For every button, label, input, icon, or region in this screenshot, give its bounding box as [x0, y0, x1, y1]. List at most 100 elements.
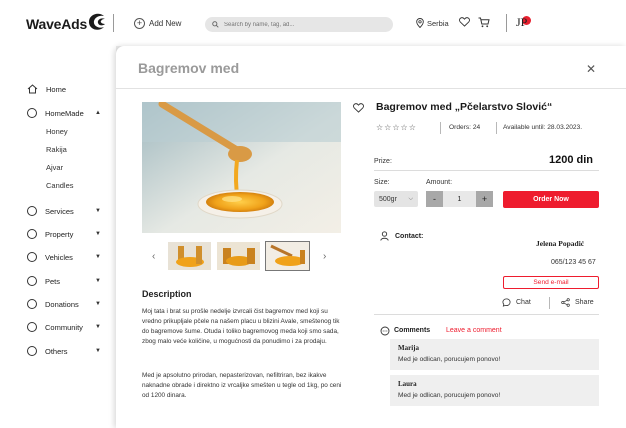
size-select[interactable]: 500gr ⌵	[374, 191, 418, 207]
sidebar-item-pets[interactable]: Pets ▼	[27, 276, 101, 286]
leave-comment-link[interactable]: Leave a comment	[446, 327, 502, 334]
contact-label: Contact:	[395, 233, 424, 240]
sidebar-item-services[interactable]: Services ▼	[27, 206, 101, 216]
size-label: Size:	[374, 179, 390, 186]
chevron-down-icon: ▼	[95, 324, 101, 330]
star-icon[interactable]: ☆	[376, 123, 384, 132]
logo-text[interactable]: WaveAds	[26, 16, 87, 32]
chevron-left-icon[interactable]: ‹	[152, 251, 155, 262]
product-modal: Bagremov med ✕ ‹ › Description Moj tata …	[116, 46, 626, 428]
sidebar-item-label: HomeMade	[45, 108, 84, 118]
location-label: Serbia	[427, 18, 449, 28]
top-bar: WaveAds + Add New Serbia JP	[0, 0, 626, 46]
sidebar-item-home[interactable]: Home	[27, 84, 66, 94]
sidebar-item-donations[interactable]: Donations ▼	[27, 299, 101, 309]
sidebar-item-homemade[interactable]: HomeMade ▲	[27, 108, 101, 118]
contact-phone[interactable]: 065/123 45 67	[551, 259, 596, 266]
description-paragraph: Med je apsolutno prirodan, nepasterizova…	[142, 372, 342, 399]
modal-title: Bagremov med	[138, 60, 240, 76]
comment-author: Marija	[398, 344, 419, 352]
send-email-button[interactable]: Send e-mail	[503, 276, 599, 289]
sidebar-subitem-rakija[interactable]: Rakija	[46, 145, 67, 154]
location-selector[interactable]: Serbia	[416, 18, 449, 28]
decrease-button[interactable]: -	[426, 191, 443, 207]
divider	[116, 88, 626, 89]
user-initials: JP	[516, 15, 528, 29]
comment-item: Marija Med je odlican, porucujem ponovo!	[390, 339, 599, 370]
sidebar-subitem-candles[interactable]: Candles	[46, 181, 74, 190]
home-icon	[27, 84, 38, 94]
close-icon[interactable]: ✕	[586, 62, 596, 76]
user-avatar[interactable]: JP	[516, 15, 531, 30]
add-new-button[interactable]: + Add New	[134, 18, 181, 29]
product-title: Bagremov med „Pčelarstvo Slović“	[376, 101, 553, 113]
chevron-right-icon[interactable]: ›	[323, 251, 326, 262]
sidebar-item-vehicles[interactable]: Vehicles ▼	[27, 252, 101, 262]
search-input[interactable]	[224, 21, 384, 28]
share-button[interactable]: Share	[561, 298, 594, 307]
contact-name: Jelena Popadić	[536, 239, 585, 248]
chevron-down-icon: ▼	[95, 208, 101, 214]
star-icon[interactable]: ☆	[401, 123, 409, 132]
sidebar-item-label: Community	[45, 322, 83, 332]
favorite-heart-icon[interactable]	[353, 103, 364, 113]
sidebar-item-label: Pets	[45, 276, 61, 286]
sidebar-item-label: Vehicles	[45, 252, 73, 262]
location-pin-icon	[416, 18, 424, 28]
category-icon	[27, 322, 37, 332]
thumbnail-image[interactable]	[217, 242, 260, 270]
comment-item: Laura Med je odlican, porucujem ponovo!	[390, 375, 599, 406]
chevron-down-icon: ▼	[95, 348, 101, 354]
comments-label: Comments	[394, 327, 431, 334]
chevron-down-icon: ▼	[95, 231, 101, 237]
heart-icon[interactable]	[459, 17, 470, 27]
divider	[496, 122, 497, 134]
wave-logo-icon	[88, 13, 105, 30]
star-icon[interactable]: ☆	[392, 123, 400, 132]
order-now-button[interactable]: Order Now	[503, 191, 599, 208]
thumbnail-image[interactable]	[265, 241, 310, 271]
rating-stars[interactable]: ☆☆☆☆☆	[376, 123, 417, 132]
category-icon	[27, 108, 37, 118]
sidebar-item-label: Home	[46, 84, 67, 94]
chat-label: Chat	[516, 299, 531, 306]
comments-icon	[380, 326, 390, 336]
category-icon	[27, 206, 37, 216]
sidebar-item-community[interactable]: Community ▼	[27, 322, 101, 332]
sidebar-item-label: Donations	[45, 299, 79, 309]
description-paragraph: Moj tata i brat su prošle nedelje izvrca…	[142, 308, 340, 345]
chevron-down-icon: ▼	[95, 254, 101, 260]
sidebar-subitem-ajvar[interactable]: Ajvar	[46, 163, 63, 172]
product-image[interactable]	[142, 102, 341, 233]
search-bar[interactable]	[205, 17, 393, 32]
share-icon	[561, 298, 570, 307]
size-value: 500gr	[379, 195, 397, 203]
share-label: Share	[575, 299, 594, 306]
chat-button[interactable]: Chat	[502, 298, 531, 307]
search-icon	[212, 21, 219, 28]
increase-button[interactable]: +	[476, 191, 493, 207]
orders-count: Orders: 24	[449, 124, 481, 131]
prize-value: 1200 din	[549, 154, 594, 166]
star-icon[interactable]: ☆	[409, 123, 417, 132]
quantity-value[interactable]: 1	[443, 191, 476, 207]
add-new-label: Add New	[149, 19, 182, 28]
sidebar-item-label: Others	[45, 346, 68, 356]
divider	[113, 14, 114, 32]
divider	[374, 314, 599, 315]
divider	[374, 170, 599, 171]
cart-icon[interactable]	[478, 17, 490, 28]
sidebar-subitem-honey[interactable]: Honey	[46, 127, 68, 136]
category-icon	[27, 252, 37, 262]
user-icon	[380, 231, 389, 241]
thumbnail-image[interactable]	[168, 242, 211, 270]
plus-icon: +	[134, 18, 145, 29]
divider	[506, 14, 507, 32]
sidebar-item-property[interactable]: Property ▼	[27, 229, 101, 239]
prize-label: Prize:	[374, 158, 392, 165]
chevron-down-icon: ▼	[95, 278, 101, 284]
thumbnail-strip	[168, 241, 310, 271]
sidebar-item-others[interactable]: Others ▼	[27, 346, 101, 356]
divider	[440, 122, 441, 134]
chevron-up-icon: ▲	[95, 110, 101, 116]
